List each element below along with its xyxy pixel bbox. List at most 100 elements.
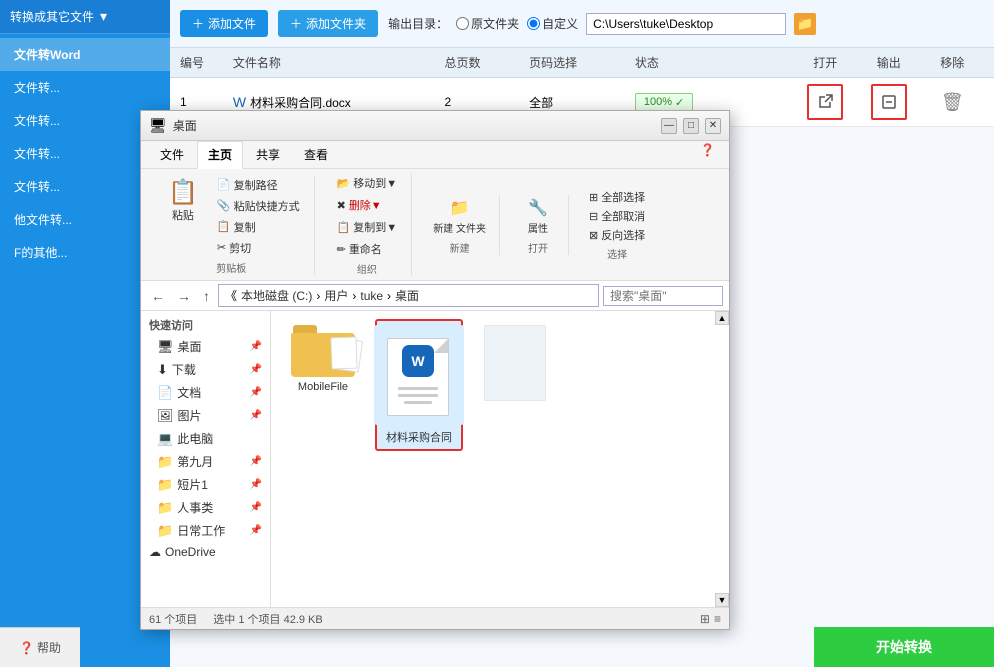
folder-hr-icon: 📁 (157, 500, 173, 516)
cell-output (857, 84, 920, 120)
tree-item-pics[interactable]: 🖼 图片 📌 (141, 404, 270, 427)
breadcrumb-tuke[interactable]: tuke (360, 289, 383, 303)
status-badge: 100% ✓ (635, 93, 693, 112)
copy-to-button[interactable]: 📋 复制到▼ (331, 217, 404, 237)
breadcrumb-local[interactable]: 本地磁盘 (C:) (241, 287, 312, 304)
help-button[interactable]: ❓ 帮助 (0, 627, 80, 667)
tree-item-daily[interactable]: 📁 日常工作 📌 (141, 519, 270, 542)
ribbon-content: 📋 粘贴 📄 复制路径 📎 粘贴快捷方式 (141, 169, 729, 280)
file-item-mobilefile[interactable]: MobileFile (279, 319, 367, 451)
tab-share[interactable]: 共享 (245, 141, 291, 168)
tree-item-hr[interactable]: 📁 人事类 📌 (141, 496, 270, 519)
tab-home[interactable]: 主页 (197, 141, 243, 169)
file-item-wps-doc[interactable]: W 材料采购合同 (375, 319, 463, 451)
col-open: 打开 (794, 54, 857, 71)
output-label: 输出目录： (388, 15, 448, 32)
delete-button[interactable]: ✖ 删除▼ (331, 195, 404, 215)
rename-button[interactable]: ✏ 重命名 (331, 239, 404, 259)
select-all-button[interactable]: ⊞ 全部选择 (585, 188, 649, 206)
tree-item-computer[interactable]: 💻 此电脑 (141, 427, 270, 450)
file-item-ghost-1[interactable] (471, 319, 559, 451)
folder-sept-icon: 📁 (157, 454, 173, 470)
new-folder-button[interactable]: 📁 新建 文件夹 (428, 195, 491, 238)
tree-item-sept[interactable]: 📁 第九月 📌 (141, 450, 270, 473)
add-folder-button[interactable]: ＋ 添加文件夹 (278, 10, 378, 37)
copy-path-button[interactable]: 📄 复制路径 (211, 175, 306, 195)
bg-sidebar-top[interactable]: 转换成其它文件 ▾ (0, 0, 170, 34)
folder-plus-icon: ＋ (290, 15, 302, 32)
address-bar: ← → ↑ 《 本地磁盘 (C:) › 用户 › tuke › 桌面 (141, 281, 729, 311)
folder-papers (331, 337, 361, 373)
pin-icon-8: 📌 (250, 525, 262, 536)
search-input[interactable] (603, 286, 723, 306)
pin-icon-6: 📌 (250, 479, 262, 490)
explorer-body: 快速访问 🖥 桌面 📌 ⬇ 下载 📌 📄 文档 📌 🖼 图片 📌 (141, 311, 729, 607)
grid-view-button[interactable]: ⊞ (700, 612, 710, 626)
paste-shortcut-icon: 📎 (217, 199, 231, 212)
select-none-icon: ⊟ (589, 210, 598, 223)
maximize-button[interactable]: □ (683, 118, 699, 134)
file-grid: ▲ MobileFile (271, 311, 729, 607)
breadcrumb-user[interactable]: 用户 (324, 287, 348, 304)
tree-item-onedrive[interactable]: ☁ OneDrive (141, 542, 270, 562)
pin-icon-2: 📌 (250, 364, 262, 375)
col-remove: 移除 (921, 54, 984, 71)
add-file-button[interactable]: ＋ 添加文件 (180, 10, 268, 37)
copy-button[interactable]: 📋 复制 (211, 217, 306, 237)
open-label: 打开 (528, 240, 548, 255)
help-icon[interactable]: ❓ (694, 141, 721, 168)
cloud-icon: ☁ (149, 545, 161, 559)
sidebar-item-2[interactable]: 文件转... (0, 71, 170, 104)
invert-select-button[interactable]: ⊠ 反向选择 (585, 226, 649, 244)
tab-file[interactable]: 文件 (149, 141, 195, 168)
sidebar-item-label-7: F的其他... (14, 244, 67, 261)
browse-folder-button[interactable]: 📁 (794, 13, 816, 35)
tree-item-clip[interactable]: 📁 短片1 📌 (141, 473, 270, 496)
folder-icon (291, 325, 355, 377)
breadcrumb-desktop[interactable]: 桌面 (395, 287, 419, 304)
close-button[interactable]: ✕ (705, 118, 721, 134)
output-path-input[interactable] (586, 13, 786, 35)
pin-icon-4: 📌 (250, 410, 262, 421)
minimize-button[interactable]: — (661, 118, 677, 134)
start-convert-button[interactable]: 开始转换 (814, 627, 994, 667)
move-to-button[interactable]: 📂 移动到▼ (331, 173, 404, 193)
back-button[interactable]: ← (147, 286, 169, 306)
properties-icon: 🔧 (528, 198, 548, 218)
nav-tree: 快速访问 🖥 桌面 📌 ⬇ 下载 📌 📄 文档 📌 🖼 图片 📌 (141, 311, 271, 607)
invert-icon: ⊠ (589, 229, 598, 242)
help-icon-bottom: ❓ (19, 641, 34, 655)
tree-item-desktop[interactable]: 🖥 桌面 📌 (141, 335, 270, 358)
sidebar-item-word[interactable]: 文件转Word (0, 38, 170, 71)
new-folder-icon: 📁 (450, 198, 470, 218)
open-button[interactable] (807, 84, 843, 120)
paste-button[interactable]: 📋 粘贴 (163, 175, 203, 226)
cut-button[interactable]: ✂ 剪切 (211, 238, 306, 258)
corner-fold (434, 339, 448, 353)
organize-label: 组织 (357, 261, 377, 276)
pin-icon: 📌 (250, 341, 262, 352)
tree-item-docs[interactable]: 📄 文档 📌 (141, 381, 270, 404)
forward-button[interactable]: → (173, 286, 195, 306)
plus-icon: ＋ (192, 15, 204, 32)
up-button[interactable]: ↑ (199, 286, 214, 306)
paste-shortcut-button[interactable]: 📎 粘贴快捷方式 (211, 196, 306, 216)
radio-custom[interactable]: 自定义 (527, 15, 578, 32)
address-breadcrumb[interactable]: 《 本地磁盘 (C:) › 用户 › tuke › 桌面 (218, 284, 599, 307)
output-button[interactable] (871, 84, 907, 120)
scroll-up-button[interactable]: ▲ (715, 311, 729, 325)
tree-item-download[interactable]: ⬇ 下载 📌 (141, 358, 270, 381)
remove-button[interactable]: 🗑 (941, 92, 964, 113)
table-header: 编号 文件名称 总页数 页码选择 状态 打开 输出 移除 (170, 48, 994, 78)
tab-view[interactable]: 查看 (293, 141, 339, 168)
download-icon: ⬇ (157, 362, 168, 378)
list-view-button[interactable]: ≡ (714, 612, 721, 626)
quick-access-label: 快速访问 (141, 315, 270, 335)
radio-original[interactable]: 原文件夹 (456, 15, 519, 32)
breadcrumb-part-1: 《 (225, 287, 237, 304)
scroll-down-button[interactable]: ▼ (715, 593, 729, 607)
select-area: ⊞ 全部选择 ⊟ 全部取消 ⊠ 反向选择 (585, 188, 649, 244)
properties-button[interactable]: 🔧 属性 (516, 195, 560, 238)
select-none-button[interactable]: ⊟ 全部取消 (585, 207, 649, 225)
sidebar-item-label-2: 文件转... (14, 79, 60, 96)
